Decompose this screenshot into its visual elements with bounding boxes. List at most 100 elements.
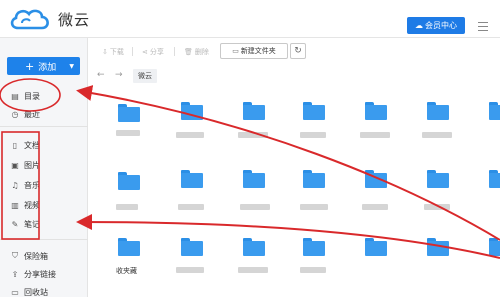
folder-name-placeholder bbox=[116, 130, 140, 136]
note-icon: ✎ bbox=[11, 219, 19, 229]
download-label: 下载 bbox=[109, 47, 124, 56]
sidebar-item-label: 笔记 bbox=[24, 219, 40, 229]
app-brand: 微云 bbox=[58, 11, 91, 29]
folder-icon[interactable] bbox=[427, 170, 449, 188]
back-arrow-icon[interactable]: ← bbox=[97, 70, 105, 80]
folder-icon[interactable] bbox=[181, 170, 203, 188]
breadcrumb-item[interactable]: 微云 bbox=[133, 69, 157, 83]
folder-name-placeholder bbox=[240, 204, 270, 210]
folder-icon[interactable] bbox=[243, 170, 265, 188]
folder-icon[interactable] bbox=[489, 238, 500, 256]
weiyun-app: 微云 ☁ 会员中心 + 添加 ▼ ▤ 目录 ◷ 最近 ▯ 文档 ▣ 图片 ♫ 音… bbox=[0, 0, 500, 297]
toolbar-divider bbox=[174, 47, 175, 56]
folder-name-placeholder bbox=[176, 132, 204, 138]
sidebar-item-recent[interactable]: ◷ 最近 bbox=[10, 107, 41, 121]
folder-icon[interactable] bbox=[181, 102, 203, 120]
folder-icon[interactable] bbox=[118, 238, 140, 256]
vip-center-button[interactable]: ☁ 会员中心 bbox=[407, 17, 465, 34]
folder-icon[interactable] bbox=[243, 238, 265, 256]
folder-name: 收夹藏 bbox=[116, 267, 137, 275]
sidebar-item-label: 音乐 bbox=[24, 180, 40, 190]
folder-icon[interactable] bbox=[489, 170, 500, 188]
folder-icon[interactable] bbox=[303, 102, 325, 120]
share-label: 分享 bbox=[149, 47, 164, 56]
toolbar: ⇩ 下载 ⋖ 分享 🗑︎ 删除 ▭ 新建文件夹 ↻ bbox=[90, 38, 500, 64]
trash-icon: 🗑︎ bbox=[184, 47, 193, 56]
list-icon: ▤ bbox=[11, 91, 19, 101]
download-button[interactable]: ⇩ 下载 bbox=[102, 44, 124, 59]
music-icon: ♫ bbox=[11, 180, 19, 190]
folder-icon[interactable] bbox=[181, 238, 203, 256]
folder-name-placeholder bbox=[300, 132, 326, 138]
image-icon: ▣ bbox=[11, 160, 19, 170]
folder-name-placeholder bbox=[178, 204, 204, 210]
forward-arrow-icon[interactable]: → bbox=[115, 70, 123, 80]
new-folder-label: 新建文件夹 bbox=[240, 47, 276, 55]
add-button-label: 添加 bbox=[38, 62, 57, 73]
sidebar-item-share-links[interactable]: ⇪ 分享链接 bbox=[10, 267, 56, 281]
sidebar-item-directory[interactable]: ▤ 目录 bbox=[10, 89, 40, 103]
folder-icon[interactable] bbox=[303, 238, 325, 256]
sidebar: + 添加 ▼ ▤ 目录 ◷ 最近 ▯ 文档 ▣ 图片 ♫ 音乐 ▥ 视频 ✎ 笔… bbox=[0, 38, 88, 297]
recycle-bin-icon: ▭ bbox=[11, 287, 19, 297]
sidebar-item-label: 最近 bbox=[24, 109, 40, 119]
toolbar-divider bbox=[132, 47, 133, 56]
folder-name-placeholder bbox=[176, 267, 204, 273]
add-button[interactable]: + 添加 ▼ bbox=[7, 57, 80, 75]
share-button[interactable]: ⋖ 分享 bbox=[142, 44, 164, 59]
share-icon: ⋖ bbox=[142, 47, 148, 56]
folder-name-placeholder bbox=[238, 132, 268, 138]
folder-icon[interactable] bbox=[427, 238, 449, 256]
folder-name-placeholder bbox=[300, 267, 326, 273]
sidebar-item-video[interactable]: ▥ 视频 bbox=[10, 198, 40, 212]
share-icon: ⇪ bbox=[11, 269, 19, 279]
sidebar-item-recycle-bin[interactable]: ▭ 回收站 bbox=[10, 285, 48, 297]
menu-icon[interactable] bbox=[478, 22, 488, 31]
sidebar-item-music[interactable]: ♫ 音乐 bbox=[10, 178, 40, 192]
sidebar-item-label: 图片 bbox=[24, 160, 40, 170]
sidebar-item-documents[interactable]: ▯ 文档 bbox=[10, 138, 40, 152]
video-icon: ▥ bbox=[11, 200, 19, 210]
sidebar-item-safe[interactable]: ⛉ 保险箱 bbox=[10, 249, 48, 263]
folder-name-placeholder bbox=[424, 204, 450, 210]
sidebar-item-label: 视频 bbox=[24, 200, 40, 210]
folder-name-placeholder bbox=[360, 132, 390, 138]
sidebar-item-notes[interactable]: ✎ 笔记 bbox=[10, 217, 40, 231]
delete-button[interactable]: 🗑︎ 删除 bbox=[184, 44, 209, 59]
folder-icon[interactable] bbox=[303, 170, 325, 188]
breadcrumb: ← → 微云 bbox=[90, 66, 500, 86]
folder-icon[interactable] bbox=[243, 102, 265, 120]
refresh-icon: ↻ bbox=[294, 46, 302, 56]
sidebar-divider bbox=[0, 239, 88, 240]
folder-name-placeholder bbox=[300, 204, 328, 210]
sidebar-item-label: 文档 bbox=[24, 140, 40, 150]
sidebar-divider bbox=[0, 126, 88, 127]
folder-icon[interactable] bbox=[365, 170, 387, 188]
safe-icon: ⛉ bbox=[12, 251, 18, 260]
folder-name-placeholder bbox=[238, 267, 268, 273]
new-folder-button[interactable]: ▭ 新建文件夹 bbox=[220, 43, 288, 59]
header: 微云 ☁ 会员中心 bbox=[0, 0, 500, 38]
folder-name-placeholder bbox=[116, 204, 138, 210]
sidebar-item-images[interactable]: ▣ 图片 bbox=[10, 158, 40, 172]
folder-icon[interactable] bbox=[427, 102, 449, 120]
folder-icon[interactable] bbox=[118, 172, 140, 190]
refresh-button[interactable]: ↻ bbox=[290, 43, 306, 59]
delete-label: 删除 bbox=[194, 47, 209, 56]
document-icon: ▯ bbox=[12, 140, 18, 150]
folder-icon[interactable] bbox=[118, 104, 140, 122]
folder-icon[interactable] bbox=[489, 102, 500, 120]
chevron-down-icon: ▼ bbox=[69, 62, 74, 70]
folder-plus-icon: ▭ bbox=[232, 47, 239, 55]
download-icon: ⇩ bbox=[102, 47, 108, 56]
cloud-icon: ☁ bbox=[415, 21, 423, 30]
sidebar-item-label: 保险箱 bbox=[24, 251, 48, 261]
plus-icon: + bbox=[25, 59, 35, 73]
folder-icon[interactable] bbox=[365, 102, 387, 120]
sidebar-item-label: 分享链接 bbox=[24, 269, 56, 279]
folder-name-placeholder bbox=[362, 204, 388, 210]
folder-icon[interactable] bbox=[365, 238, 387, 256]
cloud-logo-icon bbox=[10, 9, 49, 30]
sidebar-item-label: 回收站 bbox=[24, 287, 48, 297]
folder-name-placeholder bbox=[422, 132, 452, 138]
